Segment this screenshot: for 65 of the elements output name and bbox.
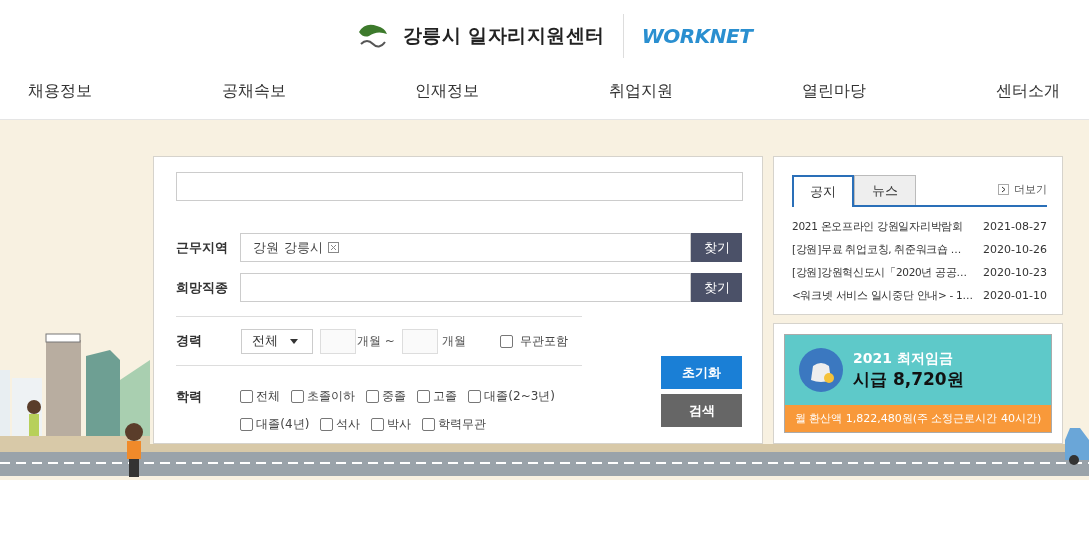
chevron-right-icon [998, 184, 1009, 195]
checkbox-label: 석사 [336, 416, 361, 433]
input-field[interactable]: 강원 강릉시 [240, 233, 692, 262]
car-drawing [1065, 428, 1089, 466]
caret-icon [290, 338, 298, 344]
checkbox-label: 대졸(2~3년) [484, 388, 556, 405]
checkbox[interactable] [422, 418, 436, 431]
hourly-wage: 시급 8,720원 [853, 367, 964, 391]
keyword-input[interactable] [176, 172, 743, 201]
career-select[interactable]: 전체 [241, 328, 313, 354]
nav-link[interactable]: 취업지원 [608, 81, 673, 102]
news-date: 2021-08-27 [983, 220, 1047, 233]
field-label: 희망직종 [176, 278, 229, 297]
center-name: 강릉시 일자리지원센터 [402, 23, 605, 48]
checkbox[interactable] [499, 334, 513, 348]
checkbox[interactable] [468, 390, 482, 403]
nav-link[interactable]: 센터소개 [995, 81, 1060, 102]
checkbox-label: 중졸 [382, 388, 407, 405]
checkbox-label: 학력무관 [438, 416, 487, 433]
tab[interactable]: 뉴스 [854, 175, 916, 205]
region-tag: 강원 강릉시 [253, 238, 323, 257]
nav-link[interactable]: 공채속보 [221, 81, 286, 102]
wage-banner[interactable]: 2021 최저임금 시급 8,720원 월 환산액 1,822,480원(주 소정근로시간 40시간) [784, 334, 1052, 433]
months-input[interactable] [320, 328, 356, 354]
field-label: 학력 [176, 388, 203, 406]
input-field[interactable] [240, 273, 692, 302]
checkbox-label: 전체 [256, 388, 281, 405]
news-title[interactable]: 2021 온오프라인 강원일자리박람회 [792, 219, 963, 234]
monthly-note: 월 환산액 1,822,480원(주 소정근로시간 40시간) [785, 405, 1051, 432]
checkbox-label: 고졸 [433, 388, 458, 405]
news-title[interactable]: [강원]무료 취업코칭, 취준워크숍 … [792, 242, 962, 257]
remove-icon[interactable] [327, 242, 339, 253]
checkbox-label: 무관포함 [519, 332, 568, 350]
field-label: 경력 [176, 332, 203, 350]
field-label: 근무지역 [176, 238, 229, 257]
checkbox[interactable] [240, 418, 254, 431]
news-date: 2020-10-26 [983, 243, 1047, 256]
tab[interactable]: 공지 [792, 175, 854, 207]
banner-title: 2021 최저임금 [853, 349, 954, 368]
checkbox-label: 대졸(4년) [256, 416, 310, 433]
news-title[interactable]: [강원]강원혁신도시「2020년 공공… [792, 265, 967, 280]
checkbox-label: 초졸이하 [307, 388, 356, 405]
find-button[interactable]: 찾기 [691, 233, 742, 262]
find-button[interactable]: 찾기 [691, 273, 742, 302]
person-figure [125, 423, 143, 477]
reset-button[interactable]: 초기화 [661, 356, 742, 389]
months-input[interactable] [401, 328, 438, 354]
worknet-logo[interactable]: WORKNET [641, 24, 753, 48]
checkbox[interactable] [240, 390, 254, 403]
more-link[interactable]: 더보기 [998, 182, 1047, 197]
checkbox[interactable] [371, 418, 385, 431]
checkbox[interactable] [320, 418, 334, 431]
news-title[interactable]: <워크넷 서비스 일시중단 안내> - 1… [792, 288, 973, 303]
search-button[interactable]: 검색 [661, 394, 742, 427]
unit-label: 개월 ~ [357, 332, 395, 350]
news-date: 2020-01-10 [983, 289, 1047, 302]
nav-link[interactable]: 채용정보 [28, 81, 92, 102]
checkbox[interactable] [366, 390, 380, 403]
nav-link[interactable]: 열린마당 [802, 81, 867, 102]
unit-label: 개월 [441, 332, 466, 350]
checkbox[interactable] [291, 390, 305, 403]
checkbox[interactable] [417, 390, 431, 403]
nav-link[interactable]: 인재정보 [415, 81, 480, 102]
checkbox-label: 박사 [387, 416, 412, 433]
news-date: 2020-10-23 [983, 266, 1047, 279]
